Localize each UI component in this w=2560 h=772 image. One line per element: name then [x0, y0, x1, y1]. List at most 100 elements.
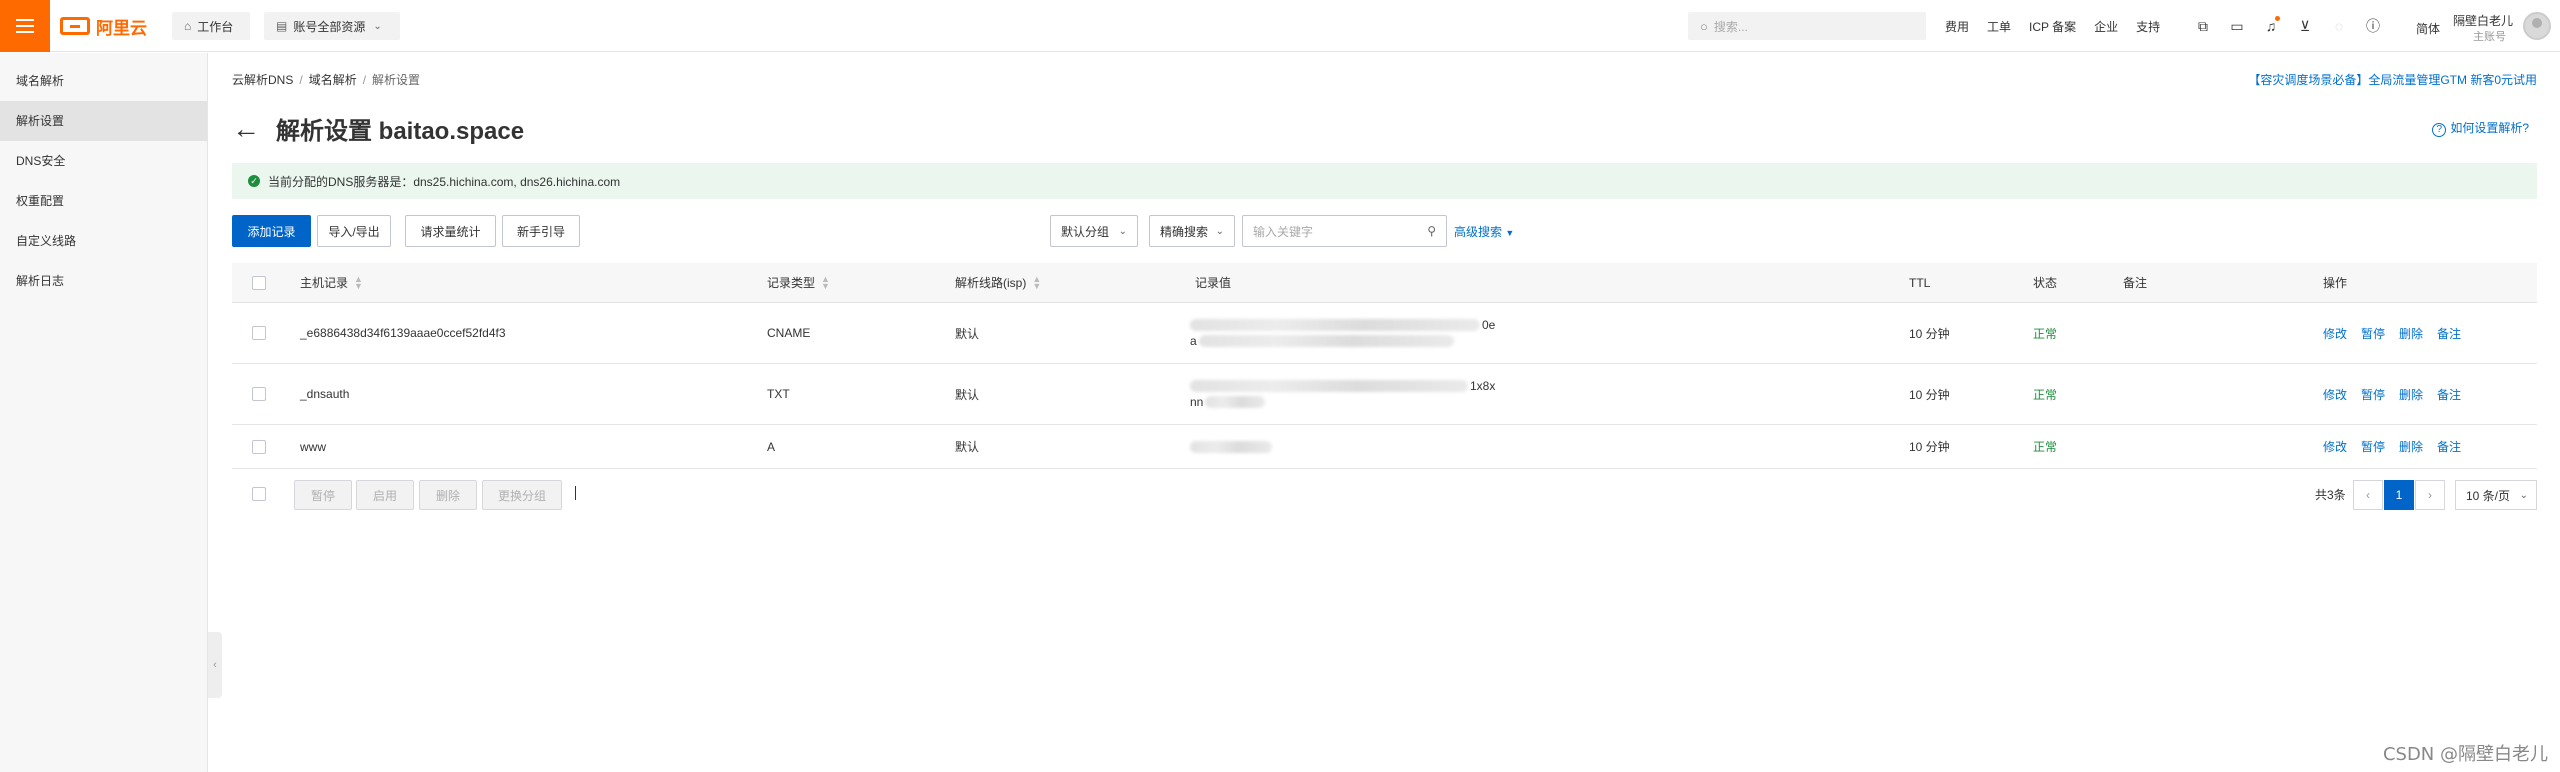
top-link-icp[interactable]: ICP 备案	[2029, 18, 2076, 35]
sort-icon: ▲ ▼	[1032, 273, 1042, 291]
lightbulb-icon[interactable]: ◌	[2322, 18, 2356, 34]
delete-link[interactable]: 删除	[2399, 386, 2423, 403]
header-type[interactable]: 记录类型 ▲ ▼	[767, 263, 830, 302]
value-fragment: 0e	[1482, 318, 1496, 332]
pause-link[interactable]: 暂停	[2361, 438, 2385, 455]
add-record-button[interactable]: 添加记录	[232, 215, 311, 247]
cell-line: 默认	[955, 387, 980, 402]
select-all-checkbox-cell	[252, 263, 266, 302]
sidebar-collapse-handle[interactable]: ‹	[208, 632, 222, 698]
remark-link[interactable]: 备注	[2437, 438, 2461, 455]
chevron-left-icon: ‹	[2366, 488, 2370, 502]
record-toolbar: 添加记录 导入/导出 请求量统计 新手引导 默认分组 ⌄ 精确搜索 ⌄ 输入关键字 …	[232, 215, 2537, 247]
sidebar-item-domain-resolution[interactable]: 域名解析	[0, 61, 207, 101]
row-checkbox[interactable]	[252, 387, 266, 401]
cell-type: A	[767, 439, 776, 454]
header-line-label: 解析线路(isp)	[955, 276, 1027, 290]
beginner-guide-button[interactable]: 新手引导	[502, 215, 580, 247]
header-type-label: 记录类型	[767, 276, 816, 290]
watermark: CSDN @隔壁白老儿	[2382, 744, 2548, 765]
redacted-value-blur	[1205, 396, 1266, 408]
cell-status: 正常	[2033, 326, 2058, 341]
request-stats-button[interactable]: 请求量统计	[405, 215, 496, 247]
table-row: _e6886438d34f6139aaae0ccef52fd4f3 CNAME …	[232, 303, 2537, 364]
breadcrumb-item-dns[interactable]: 云解析DNS	[232, 73, 293, 87]
terminal-icon[interactable]: ▭	[2220, 18, 2254, 35]
edit-link[interactable]: 修改	[2323, 325, 2347, 342]
remark-link[interactable]: 备注	[2437, 386, 2461, 403]
pause-link[interactable]: 暂停	[2361, 386, 2385, 403]
language-switch[interactable]: 简体	[2416, 20, 2440, 37]
resource-selector[interactable]: ▤ 账号全部资源 ⌄	[264, 12, 400, 40]
sidebar-item-custom-lines[interactable]: 自定义线路	[0, 221, 207, 261]
notification-bell-icon[interactable]: ♫	[2254, 16, 2288, 34]
bulk-enable-button[interactable]: 启用	[356, 480, 414, 510]
cloud-shell-icon[interactable]: ⧉	[2186, 18, 2220, 35]
import-export-button[interactable]: 导入/导出	[317, 215, 391, 247]
page-size-select[interactable]: 10 条/页 ⌄	[2455, 480, 2537, 510]
chevron-down-icon: ⌄	[373, 20, 382, 32]
remark-link[interactable]: 备注	[2437, 325, 2461, 342]
bulk-pause-button[interactable]: 暂停	[294, 480, 352, 510]
user-menu[interactable]: 隔壁白老儿 主账号	[2453, 0, 2560, 52]
bulk-delete-button[interactable]: 删除	[419, 480, 477, 510]
header-value: 记录值	[1195, 276, 1232, 290]
header-ttl: TTL	[1909, 275, 1931, 290]
breadcrumb-item-domain[interactable]: 域名解析	[309, 73, 357, 87]
value-fragment: nn	[1190, 395, 1204, 409]
pause-link[interactable]: 暂停	[2361, 325, 2385, 342]
cell-ttl: 10 分钟	[1909, 440, 1950, 454]
aliyun-logo[interactable]: 阿里云	[60, 14, 147, 38]
top-link-billing[interactable]: 费用	[1945, 18, 1969, 35]
search-mode-select[interactable]: 精确搜索 ⌄	[1149, 215, 1235, 247]
advanced-search-label: 高级搜索	[1454, 225, 1503, 239]
bulk-change-group-button[interactable]: 更换分组	[482, 480, 562, 510]
group-select[interactable]: 默认分组 ⌄	[1050, 215, 1138, 247]
row-checkbox[interactable]	[252, 439, 266, 454]
sidebar-item-resolution-settings[interactable]: 解析设置	[0, 101, 207, 141]
table-header-row: 主机记录 ▲ ▼ 记录类型 ▲ ▼ 解析线路(isp) ▲ ▼ 记录值 TTL 状态 备注 …	[232, 263, 2537, 303]
hamburger-menu-icon[interactable]	[0, 0, 50, 52]
delete-link[interactable]: 删除	[2399, 438, 2423, 455]
sidebar-item-resolution-logs[interactable]: 解析日志	[0, 261, 207, 301]
global-search-input[interactable]: ○ 搜索...	[1688, 12, 1926, 40]
main-content: 云解析DNS / 域名解析 / 解析设置 【容灾调度场景必备】全局流量管理GTM 新客0…	[232, 53, 2537, 772]
advanced-search-link[interactable]: 高级搜索 ▼	[1454, 223, 1514, 240]
prev-page-button[interactable]: ‹	[2353, 480, 2383, 510]
chevron-down-icon: ⌄	[2519, 489, 2528, 501]
next-page-button[interactable]: ›	[2415, 480, 2445, 510]
promo-link[interactable]: 【容灾调度场景必备】全局流量管理GTM 新客0元试用	[2248, 71, 2537, 88]
chevron-right-icon: ›	[2428, 488, 2432, 502]
header-host[interactable]: 主机记录 ▲ ▼	[300, 263, 363, 302]
avatar[interactable]	[2523, 12, 2551, 40]
header-ops: 操作	[2323, 276, 2348, 290]
row-checkbox[interactable]	[252, 326, 266, 340]
edit-link[interactable]: 修改	[2323, 386, 2347, 403]
sidebar-item-dns-security[interactable]: DNS安全	[0, 141, 207, 181]
cell-host: _dnsauth	[300, 387, 350, 401]
workbench-button[interactable]: ⌂ 工作台	[172, 12, 250, 40]
help-icon[interactable]: ⓘ	[2356, 16, 2390, 36]
header-line[interactable]: 解析线路(isp) ▲ ▼	[955, 263, 1041, 302]
sidebar-item-weight-config[interactable]: 权重配置	[0, 181, 207, 221]
back-arrow-icon[interactable]: ←	[232, 114, 260, 143]
top-link-support[interactable]: 支持	[2136, 18, 2160, 35]
keyword-search-input[interactable]: 输入关键字 ⚲	[1242, 215, 1447, 247]
page-1-button[interactable]: 1	[2384, 480, 2414, 510]
cart-icon[interactable]: ⊻	[2288, 18, 2322, 35]
edit-link[interactable]: 修改	[2323, 438, 2347, 455]
chevron-left-icon: ‹	[213, 659, 217, 671]
top-link-tickets[interactable]: 工单	[1987, 18, 2011, 35]
help-link[interactable]: ? 如何设置解析?	[2432, 119, 2529, 137]
delete-link[interactable]: 删除	[2399, 325, 2423, 342]
caret-down-icon: ▼	[1505, 228, 1515, 238]
page-title: ← 解析设置 baitao.space	[232, 111, 524, 146]
user-name: 隔壁白老儿	[2453, 14, 2514, 28]
cell-ttl: 10 分钟	[1909, 326, 1950, 341]
footer-select-all-checkbox[interactable]	[252, 487, 266, 501]
cell-type: CNAME	[767, 326, 811, 340]
top-link-enterprise[interactable]: 企业	[2094, 18, 2118, 35]
footer-checkbox-cell	[252, 487, 266, 501]
select-all-checkbox[interactable]	[252, 275, 266, 290]
cell-status: 正常	[2033, 387, 2058, 402]
